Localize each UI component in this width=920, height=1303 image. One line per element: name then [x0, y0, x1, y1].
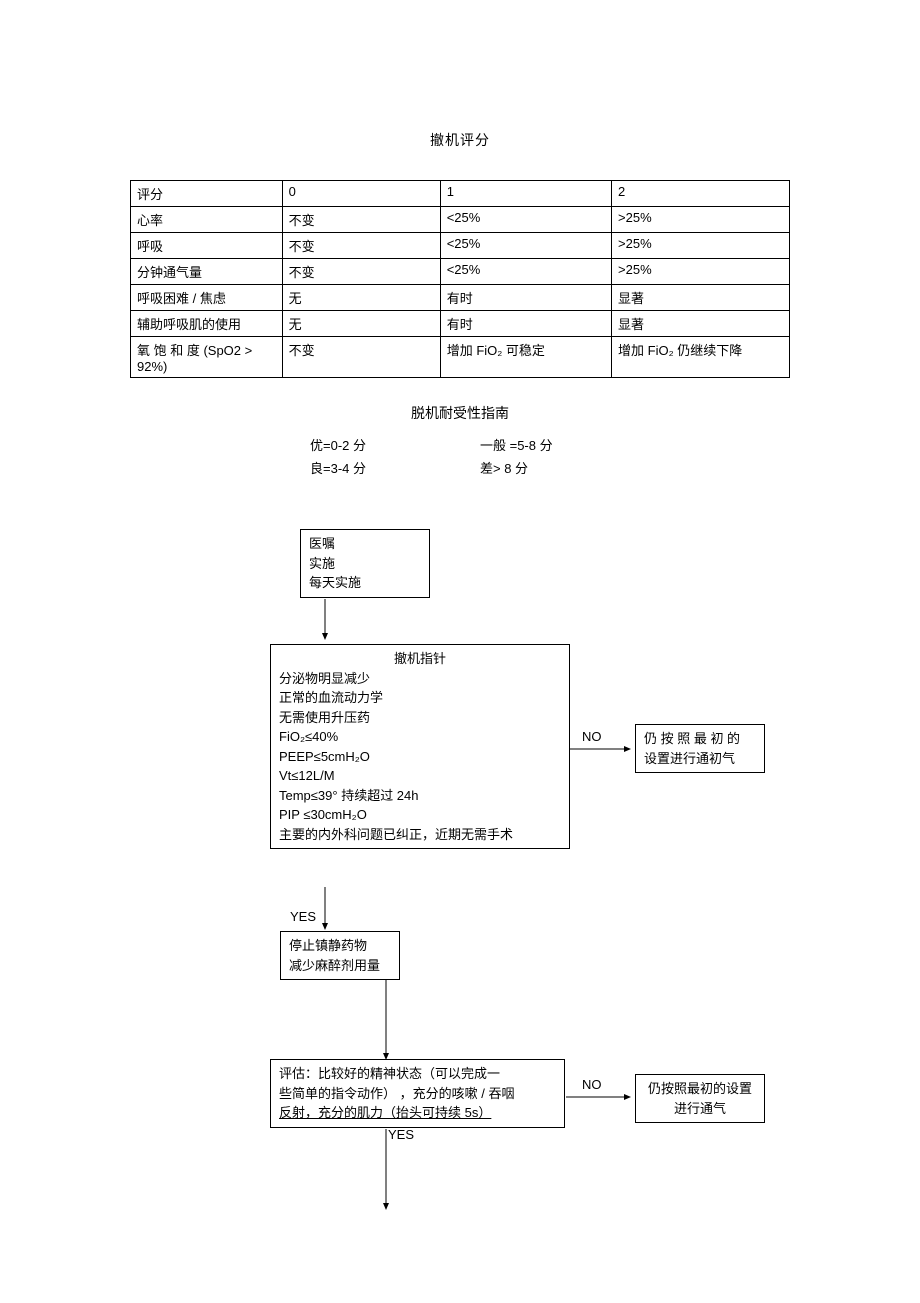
table-row: 氧 饱 和 度 (SpO2 > 92%)不变增加 FiO₂ 可稳定增加 FiO₂… — [131, 337, 790, 378]
table-row: 分钟通气量不变<25%>25% — [131, 259, 790, 285]
yes-label: YES — [388, 1127, 414, 1142]
table-row: 呼吸不变<25%>25% — [131, 233, 790, 259]
table-header: 评分 0 1 2 — [131, 181, 790, 207]
table-row: 心率不变<25%>25% — [131, 207, 790, 233]
flow-box-order: 医嘱 实施 每天实施 — [300, 529, 430, 598]
yes-label: YES — [290, 909, 316, 924]
flow-arrows — [130, 529, 790, 1269]
no-label: NO — [582, 1077, 602, 1092]
flow-box-continue-1: 仍 按 照 最 初 的 设置进行通初气 — [635, 724, 765, 773]
flow-box-indications: 撤机指针 分泌物明显减少 正常的血流动力学 无需使用升压药 FiO₂≤40% P… — [270, 644, 570, 849]
score-table: 评分 0 1 2 心率不变<25%>25% 呼吸不变<25%>25% 分钟通气量… — [130, 180, 790, 378]
flow-box-assess: 评估：比较好的精神状态（可以完成一 些简单的指令动作） ，充分的咳嗽 / 吞咽 … — [270, 1059, 565, 1128]
flow-box-continue-2: 仍按照最初的设置 进行通气 — [635, 1074, 765, 1123]
no-label: NO — [582, 729, 602, 744]
guide-grid: 优=0-2 分 一般 =5-8 分 良=3-4 分 差> 8 分 — [270, 433, 650, 479]
table-row: 呼吸困难 / 焦虑无有时显著 — [131, 285, 790, 311]
flowchart: 医嘱 实施 每天实施 撤机指针 分泌物明显减少 正常的血流动力学 无需使用升压药… — [130, 529, 790, 1269]
guide-title: 脱机耐受性指南 — [130, 403, 790, 423]
flow-box-stop-sedation: 停止镇静药物 减少麻醉剂用量 — [280, 931, 400, 980]
page-title: 撤机评分 — [130, 130, 790, 150]
table-row: 辅助呼吸肌的使用无有时显著 — [131, 311, 790, 337]
